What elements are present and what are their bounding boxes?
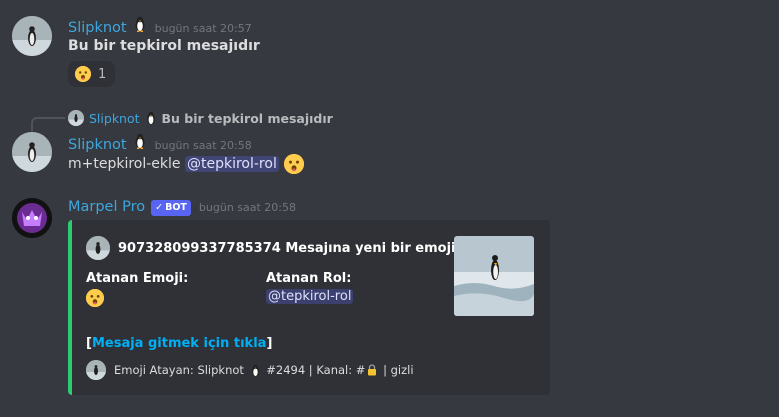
reply-connector xyxy=(31,117,65,131)
hushed-face-icon xyxy=(75,66,91,82)
timestamp: bugün saat 20:57 xyxy=(154,22,252,35)
reaction-button[interactable]: 1 xyxy=(68,61,116,87)
slipknot-avatar[interactable] xyxy=(12,16,52,56)
verified-check-icon: ✓ xyxy=(155,202,164,213)
embed-author-text: 907328099337785374 Mesajına yeni bir emo… xyxy=(118,240,507,256)
author-name[interactable]: Slipknot xyxy=(68,20,127,36)
reply-avatar xyxy=(68,110,84,126)
reply-preview[interactable]: Slipknot Bu bir tepkirol mesajıdır xyxy=(68,110,333,126)
jump-to-message-link[interactable]: Mesaja gitmek için tıkla xyxy=(92,336,266,351)
field-name-role: Atanan Rol: xyxy=(266,271,352,286)
hushed-face-icon xyxy=(86,289,104,307)
slipknot-avatar[interactable] xyxy=(12,132,52,172)
footer-avatar xyxy=(86,360,106,380)
penguin-icon xyxy=(135,133,145,149)
field-value-role: @tepkirol-rol xyxy=(266,289,354,304)
footer-text-suffix: | gizli xyxy=(379,363,414,377)
embed-description: [Mesaja gitmek için tıkla] xyxy=(86,336,272,351)
author-name[interactable]: Slipknot xyxy=(68,137,127,153)
author-name[interactable]: Marpel Pro xyxy=(68,199,145,215)
marpel-pro-avatar[interactable] xyxy=(12,198,52,238)
bot-label: BOT xyxy=(165,202,187,213)
penguin-icon xyxy=(146,111,155,125)
timestamp: bugün saat 20:58 xyxy=(154,139,252,152)
embed-footer: Emoji Atayan: Slipknot #2494 | Kanal: # … xyxy=(86,360,414,380)
role-mention[interactable]: @tepkirol-rol xyxy=(266,289,354,304)
bot-tag: ✓ BOT xyxy=(151,199,191,216)
reply-content[interactable]: Bu bir tepkirol mesajıdır xyxy=(162,111,333,126)
message-content: m+tepkirol-ekle @tepkirol-rol xyxy=(68,154,304,174)
link-bracket-close: ] xyxy=(266,336,273,351)
penguin-icon xyxy=(135,16,145,32)
embed-author: 907328099337785374 Mesajına yeni bir emo… xyxy=(86,236,507,260)
role-mention[interactable]: @tepkirol-rol xyxy=(184,156,279,172)
footer-text-prefix: Emoji Atayan: Slipknot xyxy=(114,363,248,377)
footer-text-mid: #2494 | Kanal: # xyxy=(262,363,366,377)
reply-author[interactable]: Slipknot xyxy=(89,111,140,126)
embed: 907328099337785374 Mesajına yeni bir emo… xyxy=(68,220,550,395)
lock-icon xyxy=(368,364,377,376)
embed-thumbnail[interactable] xyxy=(454,236,534,316)
field-value-emoji xyxy=(86,289,104,311)
reaction-count: 1 xyxy=(98,66,107,82)
embed-author-avatar xyxy=(86,236,110,260)
message-content: Bu bir tepkirol mesajıdır xyxy=(68,38,260,54)
command-text: m+tepkirol-ekle xyxy=(68,156,185,172)
field-name-emoji: Atanan Emoji: xyxy=(86,271,189,286)
timestamp: bugün saat 20:58 xyxy=(198,201,297,214)
penguin-icon xyxy=(251,364,259,376)
hushed-face-icon xyxy=(283,154,304,174)
